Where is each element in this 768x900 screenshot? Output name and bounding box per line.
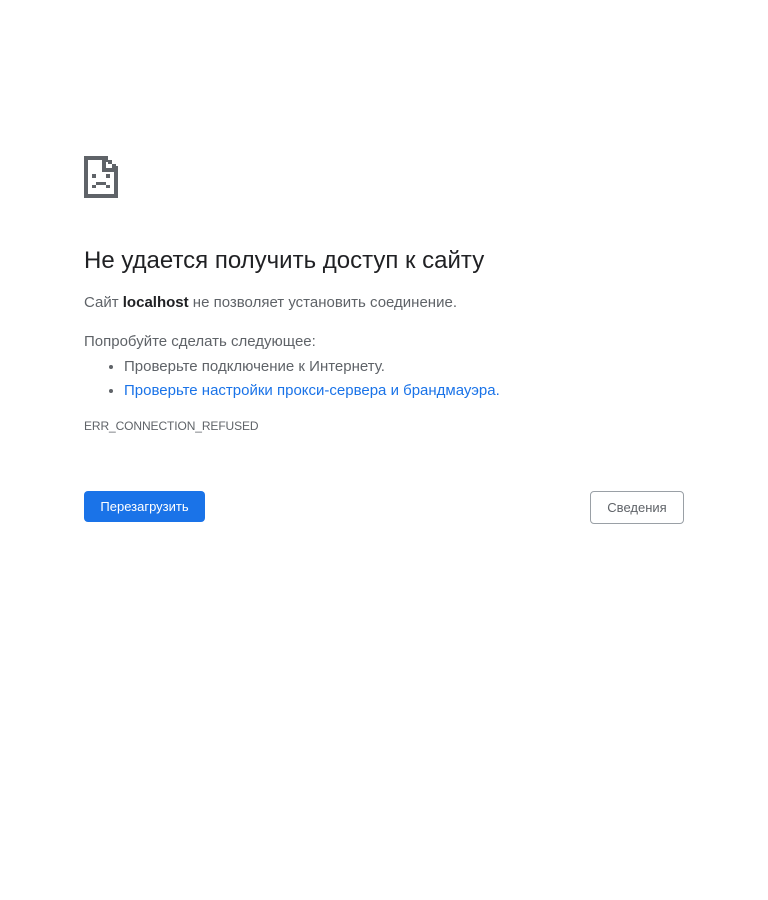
proxy-firewall-link[interactable]: Проверьте настройки прокси-сервера и бра… (124, 382, 500, 399)
suggestion-check-proxy: Проверьте настройки прокси-сервера и бра… (124, 379, 684, 403)
page-title: Не удается получить доступ к сайту (84, 247, 485, 274)
summary-suffix: не позволяет установить соединение. (188, 294, 457, 311)
suggestions: Попробуйте сделать следующее: Проверьте … (84, 331, 684, 403)
summary-prefix: Сайт (84, 294, 123, 311)
error-page: Не удается получить доступ к сайту Сайт … (84, 156, 684, 434)
details-button[interactable]: Сведения (590, 491, 684, 524)
error-summary: Сайт localhost не позволяет установить с… (84, 292, 684, 314)
reload-button[interactable]: Перезагрузить (84, 491, 205, 522)
summary-host: localhost (122, 294, 189, 311)
error-code: ERR_CONNECTION_REFUSED (84, 419, 259, 433)
sad-page-icon (84, 156, 118, 198)
suggestion-check-connection: Проверьте подключение к Интернету. (124, 355, 684, 379)
suggestions-intro: Попробуйте сделать следующее: (84, 333, 316, 350)
suggestions-list: Проверьте подключение к Интернету. Прове… (84, 355, 684, 403)
